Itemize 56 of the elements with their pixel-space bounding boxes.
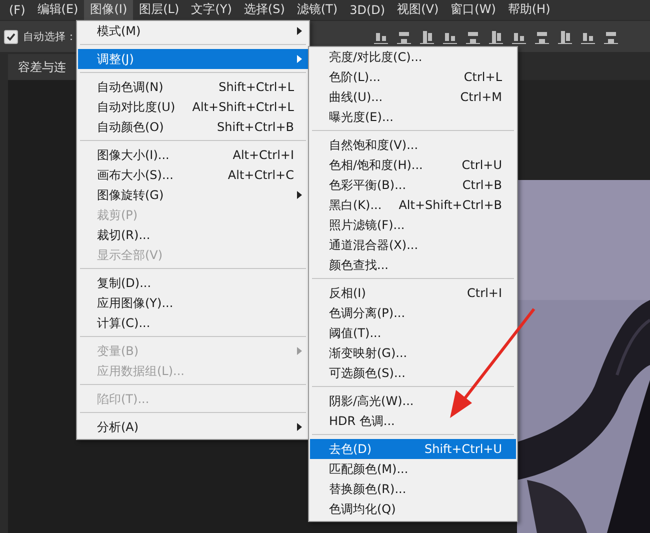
menu-item[interactable]: 色相/饱和度(H)... Ctrl+U xyxy=(310,155,516,175)
document-tab[interactable]: 容差与连 xyxy=(8,54,78,80)
menu-item[interactable]: 阈值(T)... xyxy=(310,323,516,343)
menu-bar-item[interactable]: 3D(D) xyxy=(344,0,392,20)
menu-item[interactable]: 替换颜色(R)... xyxy=(310,479,516,499)
menu-item[interactable]: 渐变映射(G)... xyxy=(310,343,516,363)
menu-item[interactable]: 匹配颜色(M)... xyxy=(310,459,516,479)
menu-bar-item[interactable]: (F) xyxy=(0,0,32,20)
menu-item[interactable]: 反相(I) Ctrl+I xyxy=(310,283,516,303)
menu-item[interactable]: 裁切(R)... xyxy=(78,225,308,245)
menu-item[interactable]: 色彩平衡(B)... Ctrl+B xyxy=(310,175,516,195)
menu-item[interactable]: 通道混合器(X)... xyxy=(310,235,516,255)
menu-bar-item[interactable]: 图像(I) xyxy=(84,0,134,20)
menu-item[interactable]: 图像大小(I)... Alt+Ctrl+I xyxy=(78,145,308,165)
menu-bar-item[interactable]: 编辑(E) xyxy=(31,0,84,20)
menu-item[interactable]: 曝光度(E)... xyxy=(310,107,516,127)
align-icon[interactable] xyxy=(488,30,503,44)
menu-item[interactable]: 自动颜色(O) Shift+Ctrl+B xyxy=(78,117,308,137)
menu-item[interactable]: 色调分离(P)... xyxy=(310,303,516,323)
menu-bar-item[interactable]: 图层(L) xyxy=(133,0,186,20)
menu-bar-item[interactable]: 文字(Y) xyxy=(185,0,238,20)
align-icon[interactable] xyxy=(604,30,618,44)
menu-bar-item[interactable]: 选择(S) xyxy=(238,0,291,20)
menu-item[interactable]: 图像旋转(G) xyxy=(78,185,308,205)
menu-item[interactable]: 亮度/对比度(C)... xyxy=(310,47,516,67)
menu-item[interactable]: 可选颜色(S)... xyxy=(310,363,516,383)
menu-item[interactable]: 颜色查找... xyxy=(310,255,516,275)
align-icon[interactable] xyxy=(396,30,411,44)
menu-bar-item[interactable]: 滤镜(T) xyxy=(290,0,344,20)
menu-item[interactable]: HDR 色调... xyxy=(310,411,516,431)
align-icon[interactable] xyxy=(558,30,572,44)
align-icon[interactable] xyxy=(466,30,480,44)
menu-item[interactable]: 曲线(U)... Ctrl+M xyxy=(310,87,516,107)
menu-item[interactable]: 复制(D)... xyxy=(78,273,308,293)
auto-select-label: 自动选择： xyxy=(23,30,77,44)
menu-item[interactable]: 自然饱和度(V)... xyxy=(310,135,516,155)
menu-item[interactable]: 应用图像(Y)... xyxy=(78,293,308,313)
menu-item[interactable]: 画布大小(S)... Alt+Ctrl+C xyxy=(78,165,308,185)
menu-item[interactable]: 分析(A) xyxy=(78,417,308,437)
menu-item[interactable]: 自动色调(N) Shift+Ctrl+L xyxy=(78,77,308,97)
align-icon[interactable] xyxy=(534,30,549,44)
menu-item[interactable]: 照片滤镜(F)... xyxy=(310,215,516,235)
menu-item[interactable]: 调整(J) xyxy=(78,49,308,69)
menu-item[interactable]: 自动对比度(U) Alt+Shift+Ctrl+L xyxy=(78,97,308,117)
menu-item[interactable]: 去色(D) Shift+Ctrl+U xyxy=(310,439,516,459)
menu-item[interactable]: 色调均化(Q) xyxy=(310,499,516,519)
menu-bar-item[interactable]: 窗口(W) xyxy=(444,0,502,20)
auto-select-checkbox[interactable] xyxy=(4,30,18,44)
menu-item[interactable]: 黑白(K)... Alt+Shift+Ctrl+B xyxy=(310,195,516,215)
menu-item[interactable]: 色阶(L)... Ctrl+L xyxy=(310,67,516,87)
menu-bar-item[interactable]: 帮助(H) xyxy=(502,0,556,20)
align-icon[interactable] xyxy=(420,30,434,44)
menu-item[interactable]: 模式(M) xyxy=(78,21,308,41)
menu-item[interactable]: 计算(C)... xyxy=(78,313,308,333)
menu-item[interactable]: 阴影/高光(W)... xyxy=(310,391,516,411)
menu-bar-item[interactable]: 视图(V) xyxy=(391,0,445,20)
